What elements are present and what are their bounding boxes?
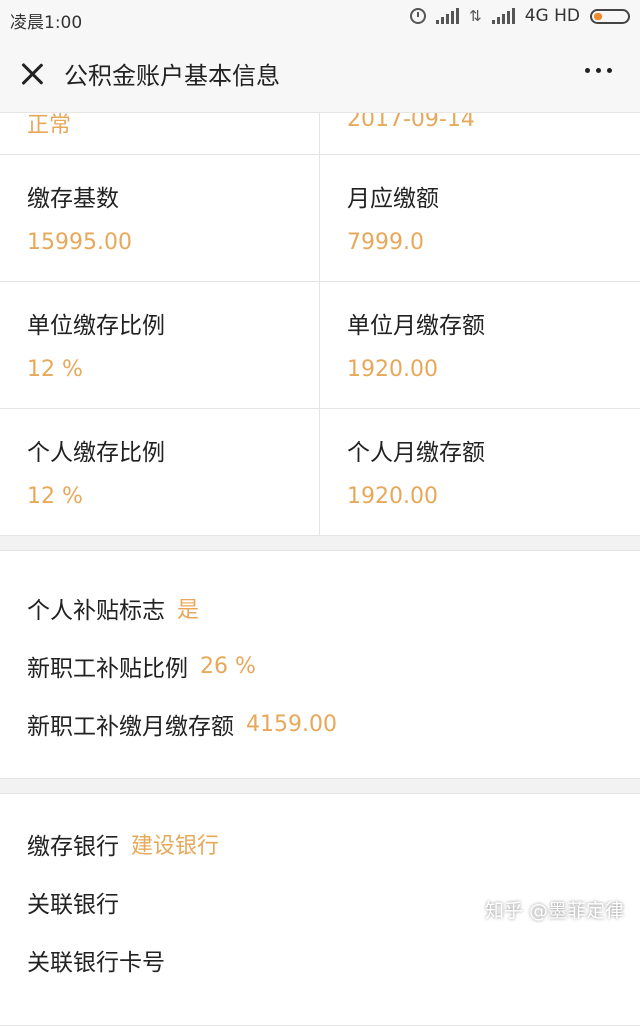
subsidy-flag-value: 是 [177,598,200,623]
monthly-due-value: 7999.0 [347,230,424,255]
new-employee-subsidy-rate-label: 新职工补贴比例 [27,656,188,682]
personal-monthly-label: 个人月缴存额 [347,440,485,466]
section-gap [0,779,640,793]
employer-monthly-label: 单位月缴存额 [347,313,485,339]
more-icon[interactable] [585,68,612,73]
status-icons: ⇅ 4G HD [410,6,630,26]
data-transfer-icon: ⇅ [469,7,482,25]
grid-row: 个人缴存比例 12 % 个人月缴存额 1920.00 [0,409,640,536]
subsidy-flag-label: 个人补贴标志 [27,598,165,624]
list-item: 关联银行卡号 [27,931,613,989]
grid-row: 缴存基数 15995.00 月应缴额 7999.0 [0,155,640,282]
subsidy-section: 个人补贴标志 是 新职工补贴比例 26 % 新职工补缴月缴存额 4159.00 [0,550,640,779]
monthly-due-label: 月应缴额 [347,186,439,212]
signal-icon [436,8,460,24]
list-item: 新职工补贴比例 26 % [27,637,613,695]
grid-row-partial: 正常 2017-09-14 [0,113,640,155]
list-item: 缴存银行 建设银行 [27,815,613,873]
employer-rate-value: 12 % [27,357,83,382]
linked-card-label: 关联银行卡号 [27,950,165,976]
content: 正常 2017-09-14 缴存基数 15995.00 月应缴额 7999.0 … [0,113,640,1026]
status-time: 凌晨1:00 [10,13,83,33]
deposit-base-label: 缴存基数 [27,186,119,212]
list-item: 个人补贴标志 是 [27,579,613,637]
status-bar: 凌晨1:00 ⇅ 4G HD [0,0,640,38]
close-icon[interactable] [16,58,48,90]
open-date-value: 2017-09-14 [347,113,475,132]
app-header: 公积金账户基本信息 [0,38,640,113]
deposit-base-value: 15995.00 [27,230,132,255]
network-type: 4G HD [524,6,580,26]
account-status-value: 正常 [27,113,72,138]
new-employee-supplement-value: 4159.00 [246,711,337,737]
list-item: 新职工补缴月缴存额 4159.00 [27,695,613,753]
signal-icon-2 [491,8,515,24]
employer-monthly-value: 1920.00 [347,357,438,382]
section-gap [0,536,640,550]
page-title: 公积金账户基本信息 [64,62,280,90]
new-employee-supplement-label: 新职工补缴月缴存额 [27,714,234,740]
alarm-icon [410,8,427,24]
personal-monthly-value: 1920.00 [347,484,438,509]
deposit-bank-label: 缴存银行 [27,834,119,860]
linked-bank-label: 关联银行 [27,892,119,918]
grid-row: 单位缴存比例 12 % 单位月缴存额 1920.00 [0,282,640,409]
deposit-bank-value: 建设银行 [131,834,220,859]
watermark: 知乎 @墨菲定律 [484,900,624,922]
employer-rate-label: 单位缴存比例 [27,313,165,339]
new-employee-subsidy-rate-value: 26 % [200,653,256,679]
personal-rate-value: 12 % [27,484,83,509]
personal-rate-label: 个人缴存比例 [27,440,165,466]
battery-icon [590,8,630,24]
